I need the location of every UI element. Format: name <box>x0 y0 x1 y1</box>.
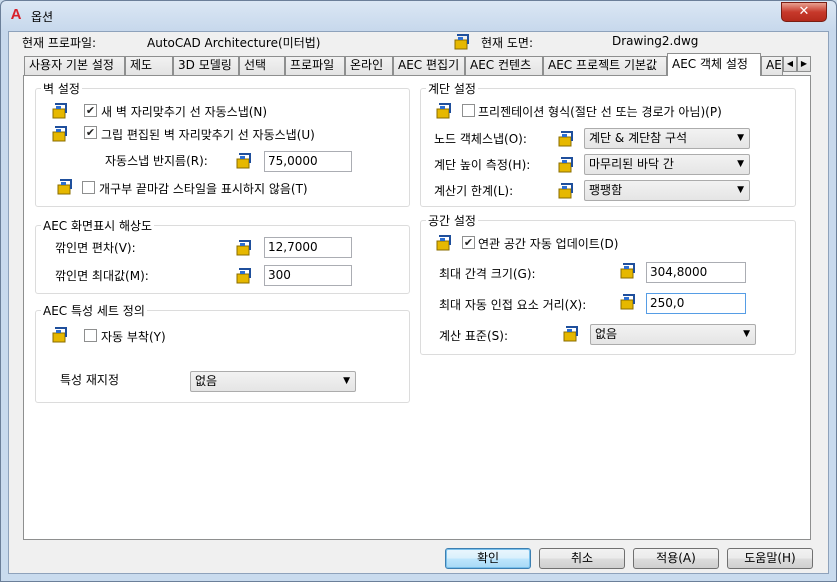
tab-3d-modeling[interactable]: 3D 모델링 <box>173 56 239 75</box>
auto-update-space-label: 연관 공간 자동 업데이트(D) <box>478 237 619 251</box>
max-gap-input[interactable]: 304,8000 <box>646 262 746 283</box>
new-wall-snap-label: 새 벽 자리맞추기 선 자동스냅(N) <box>101 105 268 119</box>
property-remap-select[interactable]: 없음 ▼ <box>190 371 356 392</box>
node-snap-label: 노드 객체스냅(O): <box>434 132 527 146</box>
space-settings-title: 공간 설정 <box>426 212 478 229</box>
tab-aec-overflow[interactable]: AEC <box>761 56 783 75</box>
tab-selection[interactable]: 선택 <box>239 56 285 75</box>
tab-aec-object-settings[interactable]: AEC 객체 설정 <box>667 53 761 76</box>
auto-update-space-checkbox[interactable]: ✔ <box>462 236 475 249</box>
facet-maximum-label: 깎인면 최대값(M): <box>55 269 149 283</box>
autocad-logo-icon: A <box>10 6 22 23</box>
facet-maximum-input[interactable]: 300 <box>264 265 352 286</box>
drawing-icon <box>236 268 251 284</box>
chevron-down-icon: ▼ <box>737 159 744 169</box>
presentation-format-label: 프리젠테이션 형식(절단 선 또는 경로가 아님)(P) <box>478 105 722 119</box>
help-button[interactable]: 도움말(H) <box>727 548 813 569</box>
drawing-icon <box>52 327 67 343</box>
wall-settings-title: 벽 설정 <box>41 80 82 97</box>
grip-wall-snap-checkbox[interactable]: ✔ <box>84 126 97 139</box>
tab-online[interactable]: 온라인 <box>345 56 393 75</box>
calc-standard-value: 없음 <box>595 327 618 341</box>
tab-scroll-left-icon[interactable]: ◀ <box>783 56 797 72</box>
chevron-down-icon: ▼ <box>737 185 744 195</box>
tab-aec-editor[interactable]: AEC 편집기 <box>393 56 465 75</box>
max-adjacent-label: 최대 자동 인접 요소 거리(X): <box>439 298 587 312</box>
drawing-icon <box>558 131 573 147</box>
drawing-icon <box>52 103 67 119</box>
calc-standard-select[interactable]: 없음 ▼ <box>590 324 756 345</box>
drawing-icon <box>558 183 573 199</box>
snap-radius-label: 자동스냅 반지름(R): <box>105 154 208 168</box>
drawing-icon <box>57 179 72 195</box>
drawing-icon <box>436 235 451 251</box>
property-remap-label: 특성 재지정 <box>60 373 120 387</box>
facet-deviation-input[interactable]: 12,7000 <box>264 237 352 258</box>
stair-settings-title: 계단 설정 <box>426 80 478 97</box>
chevron-down-icon: ▼ <box>343 376 350 386</box>
calculator-limit-value: 팽팽함 <box>589 183 623 197</box>
auto-attach-checkbox[interactable] <box>84 329 97 342</box>
facet-deviation-label: 깎인면 편차(V): <box>55 241 136 255</box>
close-button[interactable]: ✕ <box>781 2 827 22</box>
drawing-icon <box>436 103 451 119</box>
window-title: 옵션 <box>31 10 54 24</box>
new-wall-snap-checkbox[interactable]: ✔ <box>84 104 97 117</box>
stair-height-value: 마무리된 바닥 간 <box>589 157 674 171</box>
stair-height-select[interactable]: 마무리된 바닥 간 ▼ <box>584 154 750 175</box>
display-resolution-title: AEC 화면표시 해상도 <box>41 217 155 234</box>
apply-button[interactable]: 적용(A) <box>633 548 719 569</box>
tab-aec-project-defaults[interactable]: AEC 프로젝트 기본값 <box>543 56 667 75</box>
tab-drafting[interactable]: 제도 <box>125 56 173 75</box>
drawing-icon <box>236 240 251 256</box>
calculator-limit-label: 계산기 한계(L): <box>434 184 514 198</box>
tab-user-preferences[interactable]: 사용자 기본 설정 <box>24 56 125 75</box>
tab-scroll-right-icon[interactable]: ▶ <box>797 56 811 72</box>
drawing-icon <box>236 153 251 169</box>
opening-endcap-label: 개구부 끝마감 스타일을 표시하지 않음(T) <box>99 182 308 196</box>
current-profile-value: AutoCAD Architecture(미터법) <box>147 36 321 50</box>
tab-aec-content[interactable]: AEC 컨텐츠 <box>465 56 543 75</box>
title-bar: A 옵션 ✕ <box>1 1 836 31</box>
drawing-icon <box>558 157 573 173</box>
auto-attach-label: 자동 부착(Y) <box>101 330 166 344</box>
opening-endcap-checkbox[interactable] <box>82 181 95 194</box>
snap-radius-input[interactable]: 75,0000 <box>264 151 352 172</box>
calculator-limit-select[interactable]: 팽팽함 ▼ <box>584 180 750 201</box>
presentation-format-checkbox[interactable] <box>462 104 475 117</box>
drawing-icon <box>563 326 578 342</box>
max-adjacent-input[interactable]: 250,0 <box>646 293 746 314</box>
tab-profiles[interactable]: 프로파일 <box>285 56 345 75</box>
grip-wall-snap-label: 그립 편집된 벽 자리맞추기 선 자동스냅(U) <box>101 128 315 142</box>
drawing-icon <box>52 126 67 142</box>
property-set-title: AEC 특성 세트 정의 <box>41 302 147 319</box>
node-snap-select[interactable]: 계단 & 계단참 구석 ▼ <box>584 128 750 149</box>
drawing-icon <box>454 34 469 50</box>
calc-standard-label: 계산 표준(S): <box>439 329 508 343</box>
property-remap-value: 없음 <box>195 374 218 388</box>
current-drawing-value: Drawing2.dwg <box>612 34 699 48</box>
drawing-icon <box>620 294 635 310</box>
chevron-down-icon: ▼ <box>737 133 744 143</box>
max-gap-label: 최대 간격 크기(G): <box>439 267 536 281</box>
current-profile-label: 현재 프로파일: <box>22 36 97 50</box>
stair-height-label: 계단 높이 측정(H): <box>434 158 531 172</box>
cancel-button[interactable]: 취소 <box>539 548 625 569</box>
ok-button[interactable]: 확인 <box>445 548 531 569</box>
node-snap-value: 계단 & 계단참 구석 <box>589 131 688 145</box>
current-drawing-label: 현재 도면: <box>481 36 534 50</box>
chevron-down-icon: ▼ <box>743 329 750 339</box>
drawing-icon <box>620 263 635 279</box>
